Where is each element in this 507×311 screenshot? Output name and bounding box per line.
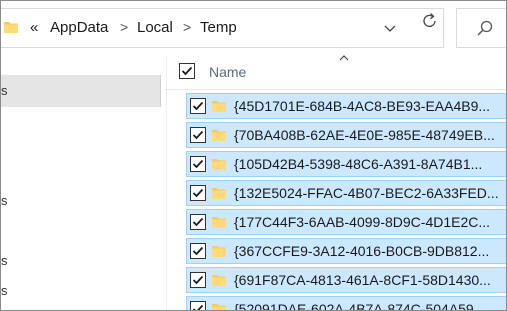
nav-item-label[interactable]: s: [1, 83, 8, 98]
explorer-window: « AppData > Local > Temp s s s s Name {4…: [0, 0, 507, 311]
item-name: {367CCFE9-3A12-4016-B0CB-9DB812...: [234, 243, 490, 259]
item-name: {105D42B4-5398-48C6-A391-8A74B1...: [234, 156, 483, 172]
checkmark-icon: [192, 275, 204, 285]
folder-icon: [212, 101, 226, 112]
item-checkbox[interactable]: [190, 156, 206, 172]
select-all-checkbox[interactable]: [179, 63, 195, 79]
list-item[interactable]: {105D42B4-5398-48C6-A391-8A74B1...: [186, 151, 506, 177]
item-checkbox[interactable]: [190, 301, 206, 310]
list-item[interactable]: {367CCFE9-3A12-4016-B0CB-9DB812...: [186, 238, 506, 264]
name-column-header[interactable]: Name: [209, 64, 246, 80]
folder-icon: [4, 22, 18, 33]
folder-icon: [212, 217, 226, 228]
folder-icon: [212, 159, 226, 170]
folder-icon: [212, 246, 226, 257]
breadcrumb-appdata[interactable]: AppData: [50, 19, 108, 36]
refresh-icon[interactable]: [420, 11, 440, 31]
folder-icon: [212, 275, 226, 286]
item-checkbox[interactable]: [190, 243, 206, 259]
checkmark-icon: [192, 130, 204, 140]
list-item[interactable]: {177C44F3-6AAB-4099-8D9C-4D1E2C...: [186, 209, 506, 235]
list-item[interactable]: {132E5024-FFAC-4B07-BEC2-6A33FED...: [186, 180, 506, 206]
nav-item-selected[interactable]: [1, 75, 161, 107]
address-bar[interactable]: « AppData > Local > Temp: [1, 8, 444, 48]
item-name: {177C44F3-6AAB-4099-8D9C-4D1E2C...: [234, 214, 491, 230]
nav-item-label[interactable]: s: [1, 283, 8, 298]
checkmark-icon: [192, 101, 204, 111]
breadcrumb-overflow[interactable]: «: [30, 19, 38, 36]
item-checkbox[interactable]: [190, 272, 206, 288]
file-list: {45D1701E-684B-4AC8-BE93-EAA4B9... {70BA…: [186, 93, 506, 311]
address-toolbar: « AppData > Local > Temp: [1, 1, 506, 55]
navigation-pane: s s s s: [1, 55, 163, 310]
item-name: {132E5024-FFAC-4B07-BEC2-6A33FED...: [234, 185, 499, 201]
list-item[interactable]: {52091DAE-602A-4B7A-874C-504A59...: [186, 296, 506, 311]
item-checkbox[interactable]: [190, 214, 206, 230]
item-name: {45D1701E-684B-4AC8-BE93-EAA4B9...: [234, 98, 491, 114]
checkmark-icon: [181, 66, 193, 76]
checkmark-icon: [192, 159, 204, 169]
breadcrumb-temp[interactable]: Temp: [200, 19, 237, 36]
list-item[interactable]: {691F87CA-4813-461A-8CF1-58D1430...: [186, 267, 506, 293]
folder-icon: [212, 304, 226, 310]
breadcrumb-separator[interactable]: >: [120, 19, 128, 35]
breadcrumb-separator[interactable]: >: [183, 19, 191, 35]
sort-ascending-icon: [339, 55, 349, 61]
item-name: {691F87CA-4813-461A-8CF1-58D1430...: [234, 272, 491, 288]
item-checkbox[interactable]: [190, 185, 206, 201]
checkmark-icon: [192, 246, 204, 256]
list-item[interactable]: {70BA408B-62AE-4E0E-985E-48749EB...: [186, 122, 506, 148]
search-icon: [477, 20, 493, 36]
folder-icon: [212, 130, 226, 141]
checkmark-icon: [192, 304, 204, 310]
breadcrumb-local[interactable]: Local: [137, 19, 173, 36]
nav-item-label[interactable]: s: [1, 193, 8, 208]
item-checkbox[interactable]: [190, 127, 206, 143]
checkmark-icon: [192, 217, 204, 227]
item-name: {52091DAE-602A-4B7A-874C-504A59...: [234, 301, 486, 311]
pane-divider[interactable]: [166, 55, 167, 310]
chevron-down-icon[interactable]: [383, 23, 397, 33]
folder-icon: [212, 188, 226, 199]
search-box[interactable]: [456, 8, 506, 48]
column-header: Name: [167, 55, 506, 91]
list-item[interactable]: {45D1701E-684B-4AC8-BE93-EAA4B9...: [186, 93, 506, 119]
item-name: {70BA408B-62AE-4E0E-985E-48749EB...: [234, 127, 495, 143]
header-divider: [165, 89, 506, 90]
nav-item-label[interactable]: s: [1, 253, 8, 268]
checkmark-icon: [192, 188, 204, 198]
item-checkbox[interactable]: [190, 98, 206, 114]
